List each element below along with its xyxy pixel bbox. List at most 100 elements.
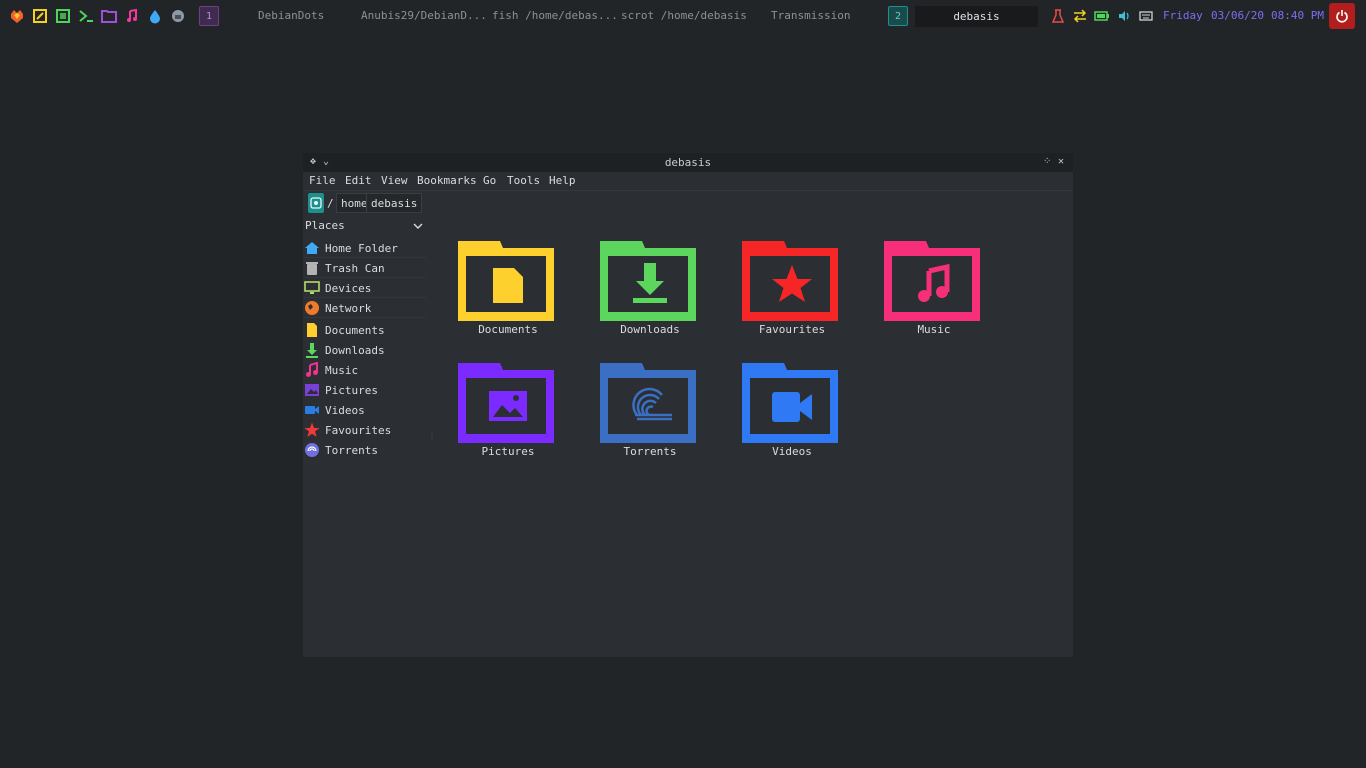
terminal-icon[interactable] <box>78 8 94 24</box>
folder-label: Downloads <box>620 323 680 336</box>
sidebar-divider <box>304 257 426 258</box>
monitor-icon <box>304 280 320 296</box>
title-bar[interactable]: ✥ ⌄ debasis ⁘ ✕ <box>303 153 1073 172</box>
sidebar-item-devices[interactable]: Devices <box>304 278 427 298</box>
sidebar-item-label: Documents <box>325 323 385 337</box>
firefox-icon[interactable] <box>9 8 25 24</box>
sidebar-item-videos[interactable]: Videos <box>304 400 427 420</box>
close-icon[interactable]: ✕ <box>1058 156 1064 167</box>
menu-file[interactable]: File <box>309 174 336 187</box>
breadcrumb-root[interactable]: / <box>327 193 334 213</box>
workspace-1-button[interactable]: 1 <box>199 6 219 26</box>
music-note-icon <box>304 362 320 378</box>
sidebar-item-torrents[interactable]: Torrents <box>304 440 427 460</box>
places-header[interactable]: Places <box>305 219 425 235</box>
sidebar-divider <box>304 297 426 298</box>
sidebar-item-music[interactable]: Music <box>304 360 427 380</box>
download-icon <box>304 342 320 358</box>
sidebar-item-label: Torrents <box>325 443 378 457</box>
sublime-icon[interactable] <box>55 8 71 24</box>
sidebar-item-network[interactable]: Network <box>304 298 427 318</box>
sidebar-item-label: Pictures <box>325 383 378 397</box>
menu-help[interactable]: Help <box>549 174 576 187</box>
picture-icon <box>304 382 320 398</box>
music-icon[interactable] <box>124 8 140 24</box>
task-github-debiandots[interactable]: Anubis29/DebianD... <box>361 9 487 22</box>
drive-icon[interactable] <box>308 193 324 213</box>
task-debiandots[interactable]: DebianDots <box>258 9 324 22</box>
menu-bookmarks[interactable]: Bookmarks <box>417 174 477 187</box>
folder-label: Videos <box>772 445 812 458</box>
sidebar-item-label: Favourites <box>325 423 392 437</box>
clock-time: 08:40 PM <box>1271 9 1324 22</box>
trash-icon <box>304 260 320 276</box>
sidebar-item-label: Network <box>325 301 372 315</box>
sidebar-item-documents[interactable]: Documents <box>304 320 427 340</box>
folder-label: Torrents <box>623 445 677 458</box>
folder-label: Favourites <box>758 323 826 336</box>
folder-downloads[interactable]: Downloads <box>600 241 700 341</box>
sidebar-item-trash-can[interactable]: Trash Can <box>304 258 427 278</box>
star-icon <box>742 241 838 321</box>
text-editor-icon[interactable] <box>32 8 48 24</box>
folder-favourites[interactable]: Favourites <box>742 241 842 341</box>
download-icon <box>600 241 696 321</box>
download-monitor-icon[interactable] <box>1050 8 1066 24</box>
sidebar-item-label: Devices <box>325 281 372 295</box>
window-title: debasis <box>664 156 712 169</box>
document-icon <box>304 322 320 338</box>
sidebar-item-label: Home Folder <box>325 241 398 255</box>
clock-date: 03/06/20 <box>1211 9 1264 22</box>
picture-icon <box>458 363 554 443</box>
menu-view[interactable]: View <box>381 174 408 187</box>
menu-separator <box>303 190 1073 191</box>
menu-tools[interactable]: Tools <box>507 174 540 187</box>
places-header-label: Places <box>305 219 345 232</box>
files-icon[interactable] <box>101 8 117 24</box>
menu-bar: File Edit View Bookmarks Go Tools Help <box>303 172 1073 190</box>
video-icon <box>304 402 320 418</box>
menu-go[interactable]: Go <box>483 174 496 187</box>
folder-documents[interactable]: Documents <box>458 241 558 341</box>
volume-icon[interactable] <box>1116 8 1132 24</box>
sidebar-resize-handle[interactable]: ⋮ <box>428 432 436 444</box>
music-note-icon <box>884 241 980 321</box>
keyboard-icon[interactable] <box>1138 8 1154 24</box>
sidebar-item-home-folder[interactable]: Home Folder <box>304 238 427 258</box>
water-drop-icon[interactable] <box>147 8 163 24</box>
menu-edit[interactable]: Edit <box>345 174 372 187</box>
power-icon <box>1336 10 1348 23</box>
folder-torrents[interactable]: Torrents <box>600 363 700 463</box>
task-transmission[interactable]: Transmission <box>771 9 850 22</box>
active-window-title[interactable]: debasis <box>915 6 1038 27</box>
task-scrot[interactable]: scrot /home/debasis <box>621 9 747 22</box>
power-button[interactable] <box>1329 3 1355 29</box>
network-icon <box>304 300 320 316</box>
sidebar-divider <box>304 317 426 318</box>
sidebar-item-downloads[interactable]: Downloads <box>304 340 427 360</box>
torrent-icon <box>304 442 320 458</box>
home-icon <box>304 240 320 256</box>
workspace-2-button[interactable]: 2 <box>888 6 908 26</box>
task-fish-terminal[interactable]: fish /home/debas... <box>492 9 618 22</box>
breadcrumb-debasis[interactable]: debasis <box>366 193 423 213</box>
folder-videos[interactable]: Videos <box>742 363 842 463</box>
clock-day: Friday <box>1163 9 1203 22</box>
document-icon <box>458 241 554 321</box>
sidebar-item-pictures[interactable]: Pictures <box>304 380 427 400</box>
maximize-icon[interactable]: ⁘ <box>1043 156 1051 167</box>
sidebar-item-favourites[interactable]: Favourites <box>304 420 427 440</box>
sidebar-item-label: Music <box>325 363 359 377</box>
video-icon <box>742 363 838 443</box>
top-panel: 1 DebianDots Anubis29/DebianD... fish /h… <box>0 0 1366 32</box>
folder-music[interactable]: Music <box>884 241 984 341</box>
sidebar-item-label: Downloads <box>325 343 385 357</box>
battery-icon[interactable] <box>1094 8 1110 24</box>
folder-label: Music <box>917 323 951 336</box>
folder-label: Documents <box>478 323 538 336</box>
system-icon[interactable] <box>170 8 186 24</box>
sidebar-divider <box>304 277 426 278</box>
network-arrows-icon[interactable] <box>1072 8 1088 24</box>
folder-label: Pictures <box>481 445 535 458</box>
folder-pictures[interactable]: Pictures <box>458 363 558 463</box>
